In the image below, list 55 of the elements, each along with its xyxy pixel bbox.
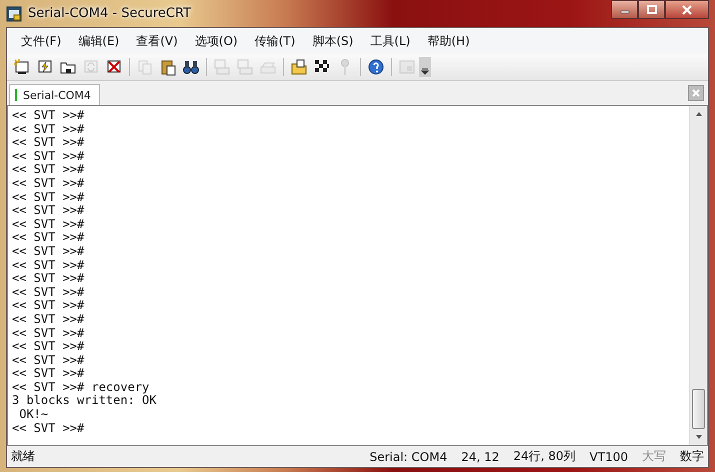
terminal-line: << SVT >># [12, 340, 84, 354]
terminal-line: << SVT >># [12, 231, 84, 245]
terminal-line: << SVT >># [12, 286, 84, 300]
terminal-line: << SVT >># [12, 136, 84, 150]
terminal-line: << SVT >># [12, 312, 84, 326]
status-field: Serial: COM4 [370, 450, 448, 464]
toolbar-overflow-button[interactable] [419, 57, 431, 77]
session-tab[interactable]: Serial-COM4 [9, 84, 100, 105]
maximize-icon [646, 4, 658, 14]
status-field: 大写 [642, 448, 666, 465]
terminal-line: << SVT >># recovery [12, 380, 150, 394]
terminal-line: << SVT >># [12, 258, 84, 272]
terminal-line: << SVT >># [12, 204, 84, 218]
menu-item[interactable]: 编辑(E) [68, 32, 126, 50]
terminal-line: << SVT >># [12, 354, 84, 368]
menu-item[interactable]: 选项(O) [184, 32, 245, 50]
menu-item[interactable]: 查看(V) [126, 32, 185, 50]
terminal-line: << SVT >># [12, 272, 84, 286]
terminal-line: << SVT >># [12, 163, 84, 177]
terminal-line: << SVT >># [12, 299, 84, 313]
terminal-line: << SVT >># [12, 218, 84, 232]
menu-item[interactable]: 文件(F) [11, 32, 68, 50]
terminal-line: << SVT >># [12, 176, 84, 191]
caret-icon [421, 67, 429, 75]
terminal-line: << SVT >># [12, 190, 84, 204]
menu-item[interactable]: 工具(L) [360, 32, 418, 50]
close-button[interactable] [665, 0, 709, 19]
up-arrow-icon[interactable] [694, 110, 704, 118]
terminal-line: << SVT >># [12, 244, 84, 259]
terminal-line: << SVT >># [12, 326, 84, 340]
terminal-line: 3 blocks written: OK [12, 394, 156, 408]
terminal-line: << SVT >># [12, 150, 84, 164]
status-field: VT100 [590, 450, 628, 464]
minimize-button[interactable] [611, 0, 638, 19]
window-title: Serial-COM4 - SecureCRT [28, 6, 192, 21]
status-field: 24, 12 [461, 450, 500, 464]
terminal-line: << SVT >># [12, 367, 84, 381]
terminal-line: OK!~ [18, 408, 48, 422]
close-icon [681, 4, 693, 14]
menu-item[interactable]: 传输(T) [244, 32, 302, 50]
close-tab-button[interactable] [688, 85, 704, 101]
menu-item[interactable]: 脚本(S) [302, 32, 360, 50]
terminal-line: << SVT >># [12, 109, 84, 123]
close-icon [691, 88, 701, 98]
terminal-line: << SVT >># [12, 122, 84, 136]
terminal-line: << SVT >># [12, 422, 84, 436]
app-icon [6, 6, 22, 22]
scrollbar[interactable] [689, 106, 707, 445]
menu-item[interactable]: 帮助(H) [417, 32, 477, 50]
down-arrow-icon[interactable] [694, 433, 704, 441]
status-field: 数字 [680, 448, 704, 465]
status-field: 24行, 80列 [513, 448, 576, 465]
scrollbar-thumb[interactable] [692, 389, 705, 429]
maximize-button[interactable] [638, 0, 665, 19]
status-message: 就绪 [11, 448, 35, 465]
